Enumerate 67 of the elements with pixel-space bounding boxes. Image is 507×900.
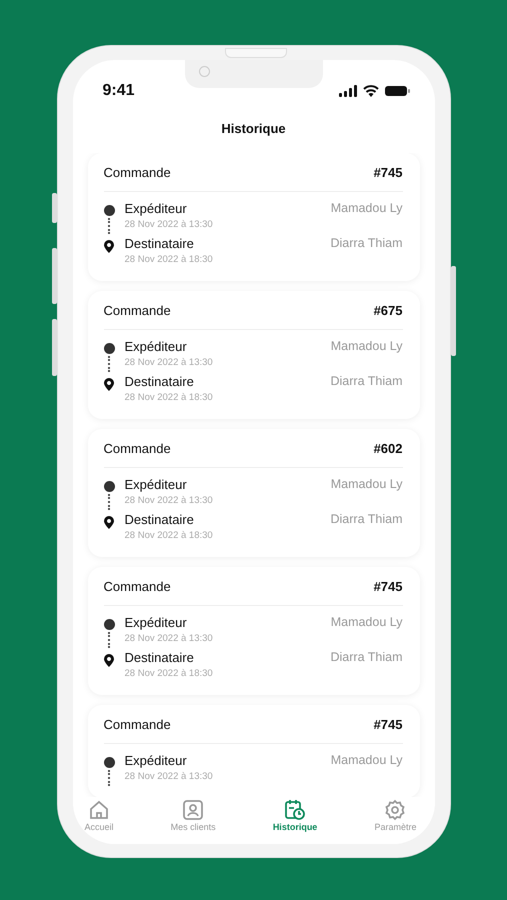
dot-icon — [104, 343, 114, 354]
dot-icon — [104, 757, 114, 768]
contact-name: Diarra Thiam — [330, 374, 402, 389]
signal-icon — [338, 85, 356, 97]
location-pin-icon — [104, 654, 114, 667]
stop-role: Expéditeur — [124, 615, 187, 630]
order-card[interactable]: Commande #675 Expéditeur Mamadou Ly 28 Nov 2022 à 13:30 Destinataire Diarra Thiam 28 Nov 2022 à 18:30 — [88, 291, 420, 419]
order-number: #602 — [374, 440, 402, 456]
dotted-line — [108, 356, 110, 372]
camera-icon — [198, 66, 210, 77]
order-number: #745 — [374, 578, 402, 594]
order-card[interactable]: Commande #602 Expéditeur Mamadou Ly 28 Nov 2022 à 13:30 Destinataire Diarra Thiam 28 Nov 2022 à 18:30 — [88, 429, 420, 557]
contact-name: Mamadou Ly — [330, 753, 402, 768]
dot-icon — [104, 481, 114, 492]
location-pin-icon — [104, 240, 114, 253]
dot-icon — [104, 619, 114, 630]
speaker-slot — [224, 48, 286, 58]
stop-date: 28 Nov 2022 à 18:30 — [124, 392, 214, 403]
dot-icon — [104, 205, 114, 216]
battery-icon — [384, 85, 410, 97]
dotted-line — [108, 770, 110, 786]
contact-card-icon — [182, 799, 204, 821]
home-icon — [88, 799, 110, 821]
dotted-line — [108, 632, 110, 648]
order-number: #745 — [374, 164, 402, 180]
order-label: Commande — [104, 716, 171, 732]
stop-role: Destinataire — [124, 236, 194, 251]
stop-date: 28 Nov 2022 à 18:30 — [124, 254, 214, 265]
location-pin-icon — [104, 378, 114, 391]
stop-date: 28 Nov 2022 à 18:30 — [124, 668, 214, 679]
stop-date: 28 Nov 2022 à 18:30 — [124, 530, 214, 541]
stop-date: 28 Nov 2022 à 13:30 — [124, 771, 214, 782]
order-number: #745 — [374, 716, 402, 732]
dotted-line — [108, 218, 110, 234]
stop-date: 28 Nov 2022 à 13:30 — [124, 633, 214, 644]
order-label: Commande — [104, 440, 171, 456]
contact-name: Diarra Thiam — [330, 236, 402, 251]
contact-name: Diarra Thiam — [330, 650, 402, 665]
stop-role: Destinataire — [124, 512, 194, 527]
status-time: 9:41 — [102, 82, 135, 100]
contact-name: Diarra Thiam — [330, 512, 402, 527]
order-card[interactable]: Commande #745 Expéditeur Mamadou Ly 28 Nov 2022 à 13:30 Destinataire Diarra Thiam 28 Nov 2022 à 18:30 — [88, 153, 420, 281]
stop-date: 28 Nov 2022 à 13:30 — [124, 219, 214, 230]
stop-role: Expéditeur — [124, 753, 187, 768]
nav-tab[interactable]: Historique — [266, 797, 324, 844]
settings-icon — [384, 799, 406, 821]
order-card[interactable]: Commande #745 Expéditeur Mamadou Ly 28 Nov 2022 à 13:30 — [88, 705, 420, 797]
stop-role: Expéditeur — [124, 477, 187, 492]
stop-role: Destinataire — [124, 650, 194, 665]
order-number: #675 — [374, 302, 402, 318]
stop-role: Destinataire — [124, 374, 194, 389]
stop-role: Expéditeur — [124, 201, 187, 216]
location-pin-icon — [104, 516, 114, 529]
dotted-line — [108, 494, 110, 510]
contact-name: Mamadou Ly — [330, 339, 402, 354]
contact-name: Mamadou Ly — [330, 201, 402, 216]
stop-date: 28 Nov 2022 à 13:30 — [124, 357, 214, 368]
wifi-icon — [362, 85, 378, 97]
stop-date: 28 Nov 2022 à 13:30 — [124, 495, 214, 506]
screen-title: Historique — [220, 120, 287, 138]
contact-name: Mamadou Ly — [330, 477, 402, 492]
order-label: Commande — [104, 578, 171, 594]
order-card[interactable]: Commande #745 Expéditeur Mamadou Ly 28 Nov 2022 à 13:30 Destinataire Diarra Thiam 28 Nov 2022 à 18:30 — [88, 567, 420, 695]
contact-name: Mamadou Ly — [330, 615, 402, 630]
order-label: Commande — [104, 302, 171, 318]
order-label: Commande — [104, 164, 171, 180]
stop-role: Expéditeur — [124, 339, 187, 354]
